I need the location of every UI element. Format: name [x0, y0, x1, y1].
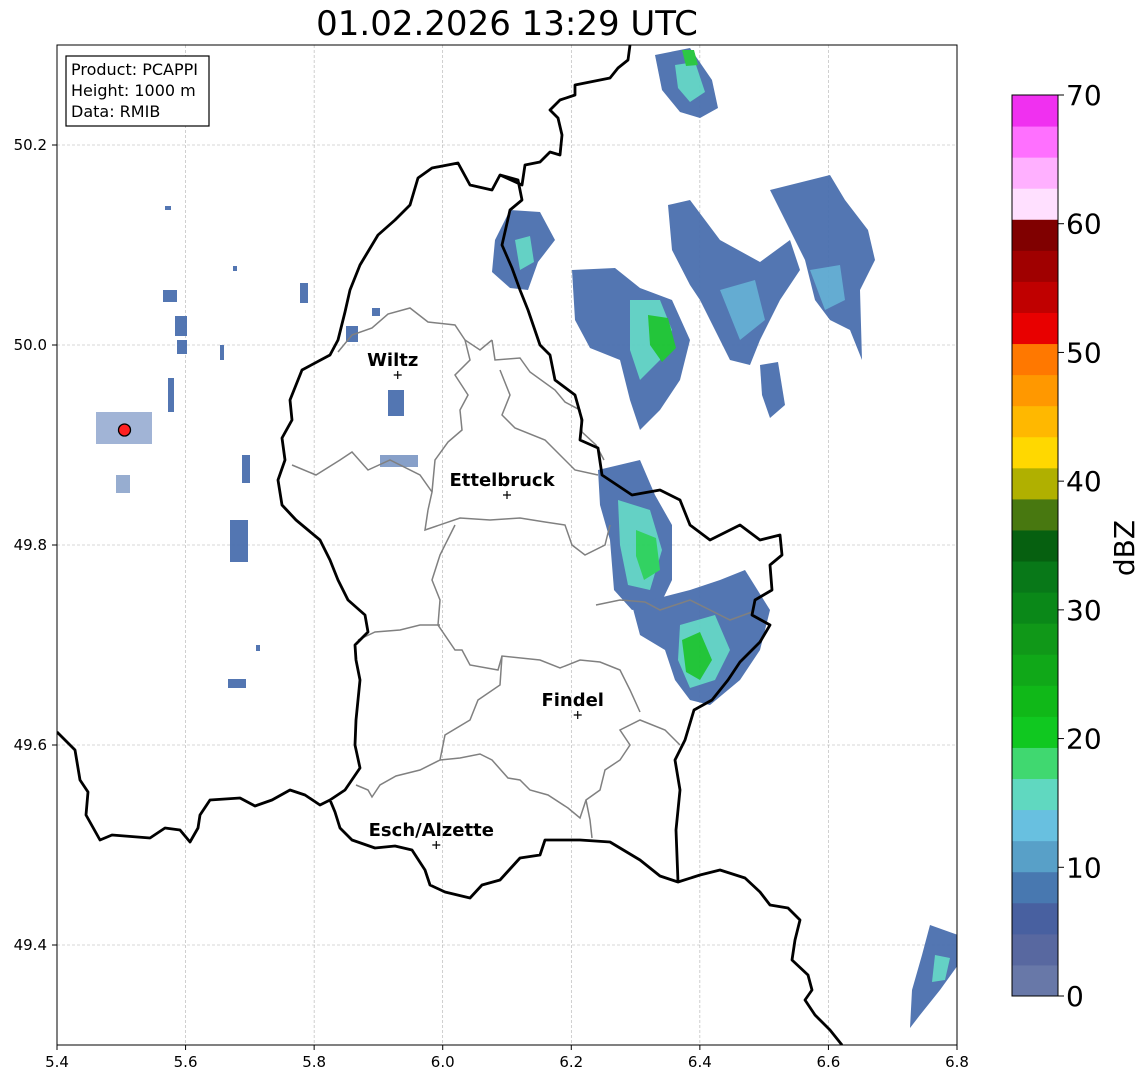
colorbar-segment — [1012, 809, 1058, 842]
colorbar-segment — [1012, 716, 1058, 748]
colorbar-segment — [1012, 623, 1058, 655]
colorbar-tick-label: 10 — [1066, 851, 1102, 884]
echo-speck — [177, 340, 187, 354]
colorbar-segment — [1012, 343, 1058, 376]
city-label: Wiltz — [367, 350, 418, 371]
echo-speck — [165, 206, 171, 210]
y-tick-label: 50.2 — [14, 136, 47, 154]
colorbar-segment — [1012, 840, 1058, 873]
x-tick-label: 6.0 — [431, 1053, 455, 1071]
radar-site-marker — [117, 423, 132, 437]
colorbar-segment — [1012, 592, 1058, 624]
x-tick-label: 6.4 — [688, 1053, 712, 1071]
x-tick-label: 6.8 — [945, 1053, 969, 1071]
colorbar-segment — [1012, 871, 1058, 904]
colorbar-label: dBZ — [1108, 520, 1141, 576]
colorbar-segment — [1012, 964, 1058, 997]
colorbar-segment — [1012, 95, 1058, 127]
colorbar: 0 10 20 30 40 50 60 70 — [1011, 79, 1102, 1013]
y-tick-label: 49.4 — [14, 936, 47, 954]
colorbar-segment — [1012, 281, 1058, 313]
colorbar-segment — [1012, 498, 1058, 531]
colorbar-segment — [1012, 747, 1058, 780]
colorbar-segment — [1012, 188, 1058, 220]
echo-speck — [220, 345, 224, 360]
echo-speck — [388, 390, 404, 416]
city-label: Findel — [541, 690, 604, 711]
echo-speck — [116, 475, 130, 493]
x-tick-label: 5.4 — [45, 1053, 69, 1071]
colorbar-segment — [1012, 685, 1058, 717]
radar-figure: 5.4 5.6 5.8 6.0 6.2 6.4 6.6 6.8 49.4 49.6 49.8 50.0… — [14, 44, 1141, 1071]
echo-speck — [242, 455, 250, 483]
info-height: Height: 1000 m — [71, 81, 196, 100]
colorbar-segment — [1012, 312, 1058, 345]
colorbar-segment — [1012, 654, 1058, 686]
city-label: Esch/Alzette — [369, 820, 494, 841]
colorbar-segment — [1012, 778, 1058, 811]
info-box: Product: PCAPPI Height: 1000 m Data: RMI… — [65, 55, 210, 127]
colorbar-tick-label: 40 — [1066, 465, 1102, 498]
y-tick-label: 49.8 — [14, 536, 47, 554]
x-tick-label: 5.6 — [174, 1053, 198, 1071]
echo-speck — [163, 290, 177, 302]
echo-speck — [233, 266, 237, 271]
colorbar-segment — [1012, 933, 1058, 966]
echo-speck — [372, 308, 380, 316]
x-tick-label: 5.8 — [302, 1053, 326, 1071]
colorbar-tick-label: 20 — [1066, 723, 1102, 756]
echo-speck — [256, 645, 260, 651]
colorbar-segment — [1012, 126, 1058, 158]
colorbar-tick-label: 0 — [1066, 980, 1084, 1013]
colorbar-segment — [1012, 219, 1058, 251]
colorbar-tick-label: 50 — [1066, 336, 1102, 369]
colorbar-segment — [1012, 902, 1058, 935]
colorbar-segment — [1012, 157, 1058, 189]
echo-speck — [230, 520, 248, 562]
x-tick-label: 6.2 — [559, 1053, 583, 1071]
city-label: Ettelbruck — [449, 470, 555, 491]
colorbar-segment — [1012, 250, 1058, 282]
colorbar-tick-label: 60 — [1066, 208, 1102, 241]
colorbar-segment — [1012, 529, 1058, 562]
echo-speck — [228, 679, 246, 688]
y-tick-label: 50.0 — [14, 336, 47, 354]
echo-speck — [175, 316, 187, 336]
echo-speck — [168, 378, 174, 412]
echo-speck — [300, 283, 308, 303]
colorbar-segment — [1012, 374, 1058, 407]
y-tick-label: 49.6 — [14, 736, 47, 754]
colorbar-tick-label: 30 — [1066, 594, 1102, 627]
colorbar-segment — [1012, 561, 1058, 593]
info-data: Data: RMIB — [71, 102, 160, 121]
colorbar-tick-label: 70 — [1066, 79, 1102, 112]
info-product: Product: PCAPPI — [71, 60, 198, 79]
colorbar-segment — [1012, 405, 1058, 438]
colorbar-segment — [1012, 467, 1058, 500]
x-tick-label: 6.6 — [816, 1053, 840, 1071]
colorbar-segment — [1012, 436, 1058, 469]
